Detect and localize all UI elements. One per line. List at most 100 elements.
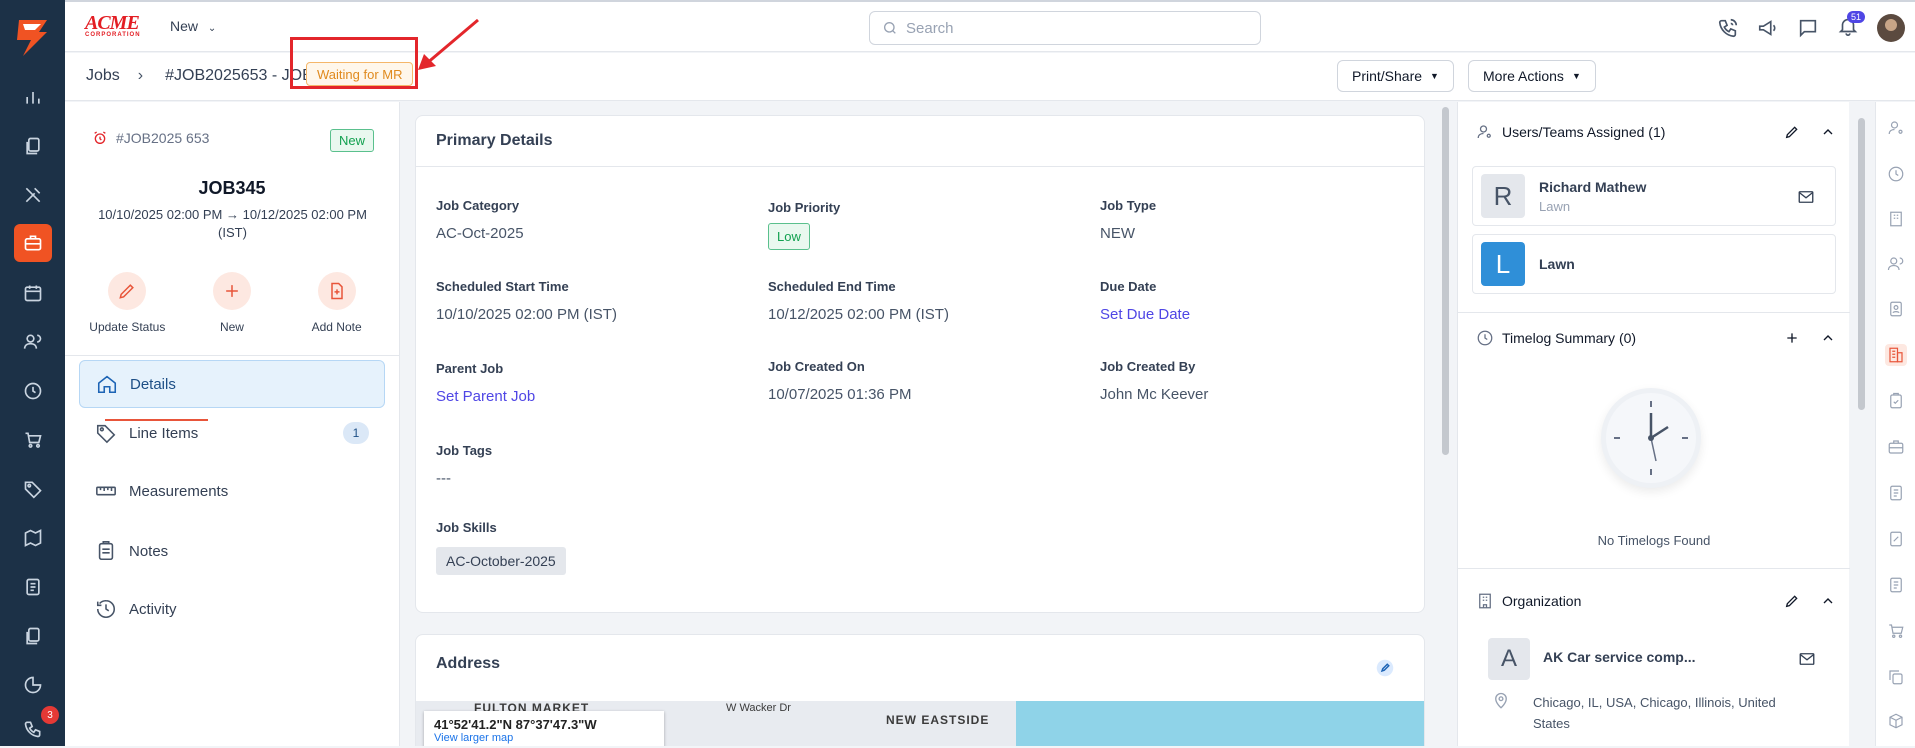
address-map[interactable]: FULTON MARKET NEW EASTSIDE W Wacker Dr 4… (416, 701, 1424, 746)
job-dates-range: 10/10/2025 02:00 PM → 10/12/2025 02:00 P… (98, 207, 367, 222)
contacts-icon[interactable] (1885, 253, 1907, 275)
building-icon[interactable] (1885, 208, 1907, 230)
mail-icon[interactable] (1798, 650, 1816, 668)
primary-details-card: Primary Details Job Category AC-Oct-2025… (415, 115, 1425, 613)
chevron-up-icon[interactable] (1820, 330, 1836, 346)
jobs-icon[interactable] (14, 224, 52, 262)
location-pin-icon (1495, 692, 1507, 709)
organization-name[interactable]: AK Car service comp... (1543, 649, 1696, 665)
plus-icon[interactable] (1784, 330, 1800, 346)
user-settings-icon[interactable] (1885, 117, 1907, 139)
tags-icon[interactable] (14, 470, 52, 508)
search-input[interactable]: Search (869, 11, 1261, 45)
clock-icon[interactable] (1885, 163, 1907, 185)
cart-icon[interactable] (14, 421, 52, 459)
main-content: Primary Details Job Category AC-Oct-2025… (400, 102, 1437, 746)
search-placeholder: Search (906, 19, 954, 37)
right-panel-scrollbar[interactable] (1858, 118, 1865, 410)
map-icon[interactable] (14, 519, 52, 557)
mail-icon[interactable] (1797, 188, 1815, 206)
chevron-up-icon[interactable] (1820, 593, 1836, 609)
job-id: #JOB2025 653 (92, 130, 209, 146)
job-tags-field: Job Tags --- (436, 443, 492, 487)
megaphone-icon[interactable] (1757, 17, 1779, 39)
office-icon[interactable] (1885, 344, 1907, 366)
map-label: NEW EASTSIDE (886, 713, 990, 727)
approvals-icon[interactable] (14, 127, 52, 165)
ruler-icon (96, 486, 116, 496)
clipboard-icon (98, 541, 114, 561)
address-book-icon[interactable] (1885, 298, 1907, 320)
copy-icon[interactable] (1885, 666, 1907, 688)
nav-item-measurements[interactable]: Measurements (79, 467, 385, 515)
assigned-user-card[interactable]: R Richard Mathew Lawn (1472, 166, 1836, 226)
main-scrollbar[interactable] (1442, 107, 1449, 455)
document-icon[interactable] (1885, 482, 1907, 504)
package-icon[interactable] (1885, 710, 1907, 732)
reports-icon[interactable] (14, 78, 52, 116)
more-actions-button[interactable]: More Actions ▼ (1468, 60, 1596, 92)
divider (65, 355, 399, 356)
right-panel: Users/Teams Assigned (1) R Richard Mathe… (1457, 102, 1850, 746)
nav-item-activity[interactable]: Activity (79, 585, 385, 633)
nav-item-notes[interactable]: Notes (79, 527, 385, 575)
clipboard-check-icon[interactable] (1885, 390, 1907, 412)
new-dropdown[interactable]: New ⌄ (170, 18, 216, 34)
invoice-icon[interactable] (1885, 574, 1907, 596)
set-due-date-link[interactable]: Set Due Date (1100, 306, 1190, 323)
phone-icon[interactable] (1717, 17, 1739, 39)
job-name: JOB345 (198, 178, 266, 198)
skill-chip: AC-October-2025 (436, 547, 566, 575)
breadcrumb-jobs[interactable]: Jobs (86, 67, 120, 85)
update-status-button[interactable]: Update Status (77, 272, 177, 334)
field-label: Job Created On (768, 359, 865, 374)
field-label: Scheduled End Time (768, 279, 896, 294)
nav-item-details[interactable]: Details (79, 360, 385, 408)
cart-icon[interactable] (1885, 620, 1907, 642)
app-logo-icon[interactable] (13, 18, 51, 58)
notifications-button[interactable]: 51 (1837, 10, 1865, 42)
nav-item-line-items[interactable]: Line Items 1 (79, 409, 385, 457)
estimate-icon[interactable] (1885, 528, 1907, 550)
assigned-team-card[interactable]: L Lawn (1472, 234, 1836, 294)
pencil-icon[interactable] (1784, 593, 1800, 609)
chat-icon[interactable] (1797, 17, 1819, 39)
avatar: L (1481, 242, 1525, 286)
calendar-icon[interactable] (14, 274, 52, 312)
field-label: Job Skills (436, 520, 497, 535)
map-water (1016, 701, 1424, 746)
pencil-icon[interactable] (1784, 124, 1800, 140)
nav-item-label: Line Items (129, 424, 199, 442)
new-dropdown-label: New (170, 18, 199, 34)
briefcase-icon[interactable] (1885, 436, 1907, 458)
history-icon (96, 599, 115, 618)
analytics-pie-icon[interactable] (14, 666, 52, 704)
no-timelogs-text: No Timelogs Found (1597, 533, 1711, 548)
assigned-user-name: Richard Mathew (1539, 178, 1647, 195)
priority-badge: Low (768, 223, 810, 250)
add-note-button[interactable]: Add Note (287, 272, 387, 334)
new-button[interactable]: New (182, 272, 282, 334)
annotation-arrow-icon (418, 18, 479, 70)
customers-icon[interactable] (14, 323, 52, 361)
field-label: Parent Job (436, 361, 504, 376)
users-teams-tools (1784, 124, 1836, 140)
edit-address-icon[interactable] (1376, 659, 1394, 677)
documents-icon[interactable] (14, 617, 52, 655)
field-value: 10/10/2025 02:00 PM (IST) (436, 306, 617, 323)
time-icon[interactable] (14, 372, 52, 410)
invoice-icon[interactable] (14, 568, 52, 606)
job-dates: 10/10/2025 02:00 PM → 10/12/2025 02:00 P… (85, 206, 380, 242)
set-parent-job-link[interactable]: Set Parent Job (436, 388, 535, 405)
tools-icon[interactable] (14, 176, 52, 214)
view-larger-map-link[interactable]: View larger map (434, 732, 654, 744)
nav-item-label: Activity (129, 600, 177, 618)
users-teams-title: Users/Teams Assigned (1) (1502, 124, 1666, 140)
brand-subtitle: CORPORATION (85, 32, 141, 38)
new-label: New (219, 320, 244, 334)
user-avatar[interactable] (1877, 14, 1905, 42)
brand-logo[interactable]: ACME CORPORATION (85, 13, 147, 42)
chevron-up-icon[interactable] (1820, 124, 1836, 140)
print-share-button[interactable]: Print/Share ▼ (1337, 60, 1454, 92)
nav-item-label: Notes (129, 542, 169, 560)
